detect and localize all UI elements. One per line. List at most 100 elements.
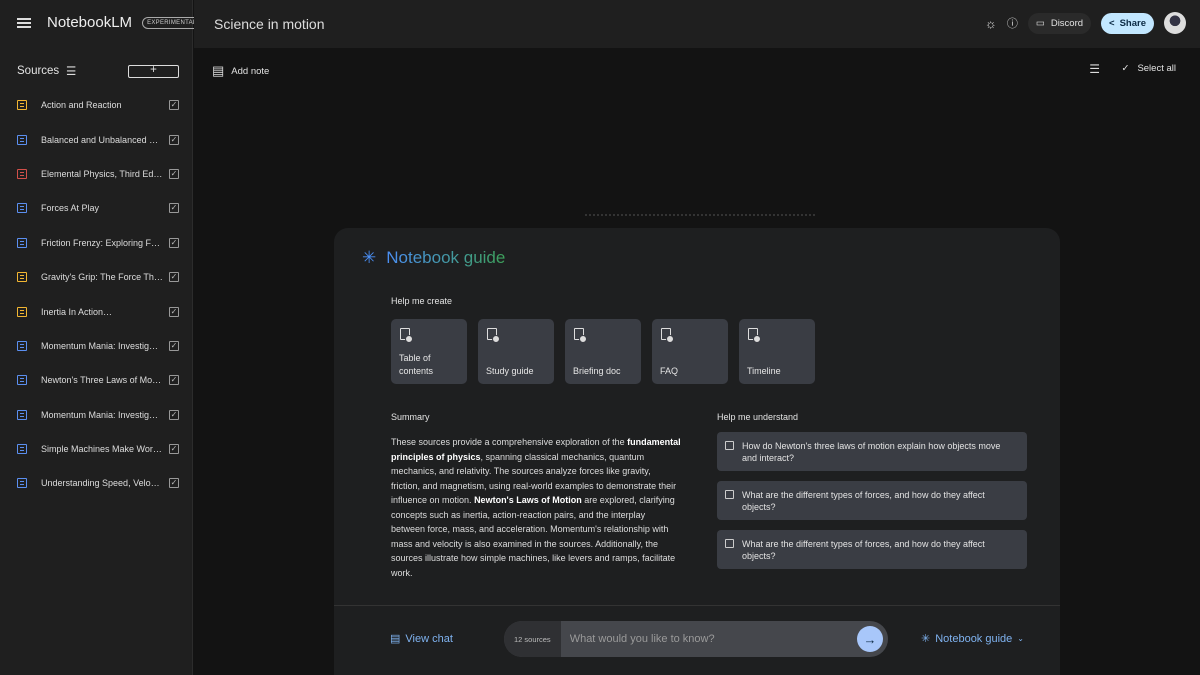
source-type-icon [17, 168, 27, 179]
question-text: What are the different types of forces, … [742, 489, 985, 512]
source-checkbox[interactable]: ✓ [169, 134, 179, 145]
create-card[interactable]: Timeline [739, 319, 815, 384]
source-checkbox[interactable]: ✓ [169, 375, 179, 386]
create-card-label: Timeline [747, 366, 781, 376]
doc-add-icon [574, 328, 587, 343]
source-checkbox[interactable]: ✓ [169, 272, 179, 283]
share-button[interactable]: < Share [1101, 12, 1154, 34]
create-card[interactable]: Briefing doc [565, 319, 641, 384]
source-checkbox[interactable]: ✓ [169, 203, 179, 214]
source-type-icon [17, 100, 27, 111]
source-checkbox[interactable]: ✓ [169, 409, 179, 420]
source-item[interactable]: Newton's Three Laws of Motion ✓ [17, 363, 179, 397]
suggested-question[interactable]: How do Newton's three laws of motion exp… [717, 432, 1027, 471]
source-title: Action and Reaction [41, 100, 122, 111]
share-label: Share [1119, 17, 1146, 29]
send-button[interactable]: → [857, 626, 883, 652]
source-type-icon [17, 375, 27, 386]
source-item[interactable]: Momentum Mania: Investigating Collisions… [17, 398, 179, 432]
source-list: Action and Reaction ✓ Balanced and Unbalan… [17, 88, 179, 501]
chat-input[interactable] [560, 633, 857, 645]
source-checkbox[interactable]: ✓ [169, 237, 179, 248]
suggested-questions: How do Newton's three laws of motion exp… [717, 432, 1027, 579]
chat-input-bar: 12 sources → [504, 621, 888, 657]
summary-text: These sources provide a comprehensive ex… [391, 435, 681, 580]
divider [585, 214, 815, 216]
doc-add-icon [661, 328, 674, 343]
source-type-icon [17, 272, 27, 283]
notebook-title[interactable]: Science in motion [214, 16, 325, 32]
source-type-icon [17, 203, 27, 214]
source-item[interactable]: Elemental Physics, Third Edition ✓ [17, 157, 179, 191]
discord-label: Discord [1050, 17, 1084, 29]
sidebar: NotebookLM EXPERIMENTAL Sources ☰ + Acti… [0, 0, 202, 675]
question-text: What are the different types of forces, … [742, 538, 985, 561]
theme-icon[interactable]: ☼ [985, 16, 997, 31]
question-icon [725, 490, 734, 499]
suggested-question[interactable]: What are the different types of forces, … [717, 481, 1027, 520]
source-item[interactable]: Friction Frenzy: Exploring Friction ✓ [17, 226, 179, 260]
source-title: Momentum Mania: Investigating Momentum [41, 340, 163, 351]
note-icon: ▤ [212, 63, 225, 78]
summary-segment: are explored, clarifying concepts such a… [391, 495, 676, 578]
create-card[interactable]: Table of contents [391, 319, 467, 384]
chat-icon: ▤ [390, 633, 401, 645]
source-count[interactable]: 12 sources [504, 621, 561, 657]
doc-add-icon [400, 328, 413, 343]
create-card[interactable]: FAQ [652, 319, 728, 384]
menu-icon[interactable] [17, 17, 31, 28]
source-title: Balanced and Unbalanced Forces [41, 134, 163, 145]
help-create-label: Help me create [391, 296, 453, 306]
source-item[interactable]: Gravity's Grip: The Force That Binds ✓ [17, 260, 179, 294]
doc-add-icon [748, 328, 761, 343]
view-chat-button[interactable]: ▤ View chat [390, 632, 453, 646]
help-icon[interactable]: ⓘ [1007, 15, 1018, 31]
select-all-button[interactable]: ✓ Select all [1121, 63, 1176, 74]
source-item[interactable]: Balanced and Unbalanced Forces ✓ [17, 122, 179, 156]
source-item[interactable]: Understanding Speed, Velocity and Accele… [17, 466, 179, 500]
source-title: Friction Frenzy: Exploring Friction [41, 237, 163, 248]
source-item[interactable]: Forces At Play ✓ [17, 191, 179, 225]
create-card-label: Briefing doc [573, 366, 621, 376]
source-type-icon [17, 340, 27, 351]
source-type-icon [17, 237, 27, 248]
filter-icon[interactable]: ☰ [66, 64, 115, 78]
brand: NotebookLM EXPERIMENTAL [17, 14, 202, 31]
source-checkbox[interactable]: ✓ [169, 168, 179, 179]
source-title: Gravity's Grip: The Force That Binds [41, 272, 163, 283]
source-item[interactable]: Momentum Mania: Investigating Momentum ✓ [17, 329, 179, 363]
source-item[interactable]: Simple Machines Make Work Easier ✓ [17, 432, 179, 466]
discord-button[interactable]: ▭ Discord [1027, 12, 1092, 34]
source-item[interactable]: Action and Reaction ✓ [17, 88, 179, 122]
source-title: Newton's Three Laws of Motion [41, 375, 163, 386]
create-card-label: Study guide [486, 366, 534, 376]
create-card[interactable]: Study guide [478, 319, 554, 384]
divider [334, 605, 1060, 606]
source-checkbox[interactable]: ✓ [169, 340, 179, 351]
sparkle-icon: ✳ [921, 633, 931, 645]
filter-notes-icon[interactable]: ☰ [1089, 62, 1100, 76]
source-item[interactable]: Inertia In Action… ✓ [17, 294, 179, 328]
create-cards: Table of contents Study guide Briefing doc… [391, 319, 815, 384]
source-title: Simple Machines Make Work Easier [41, 444, 163, 455]
source-checkbox[interactable]: ✓ [169, 306, 179, 317]
sources-header: Sources ☰ + [17, 64, 179, 78]
avatar[interactable] [1164, 12, 1186, 34]
summary-label: Summary [391, 412, 430, 422]
add-note-button[interactable]: ▤ Add note [212, 63, 269, 79]
view-chat-label: View chat [405, 632, 453, 645]
notebook-guide-button[interactable]: ✳ Notebook guide ⌄ [921, 632, 1024, 646]
source-checkbox[interactable]: ✓ [169, 100, 179, 111]
source-title: Elemental Physics, Third Edition [41, 168, 163, 179]
question-icon [725, 441, 734, 450]
check-icon: ✓ [1121, 63, 1130, 74]
guide-title-text: Notebook guide [386, 248, 506, 267]
guide-title: ✳ Notebook guide [362, 248, 505, 268]
suggested-question[interactable]: What are the different types of forces, … [717, 530, 1027, 569]
add-source-button[interactable]: + [128, 64, 179, 78]
source-checkbox[interactable]: ✓ [169, 444, 179, 455]
source-title: Understanding Speed, Velocity and Accele… [41, 478, 163, 489]
source-checkbox[interactable]: ✓ [169, 478, 179, 489]
question-icon [725, 539, 734, 548]
select-all-label: Select all [1137, 63, 1176, 74]
